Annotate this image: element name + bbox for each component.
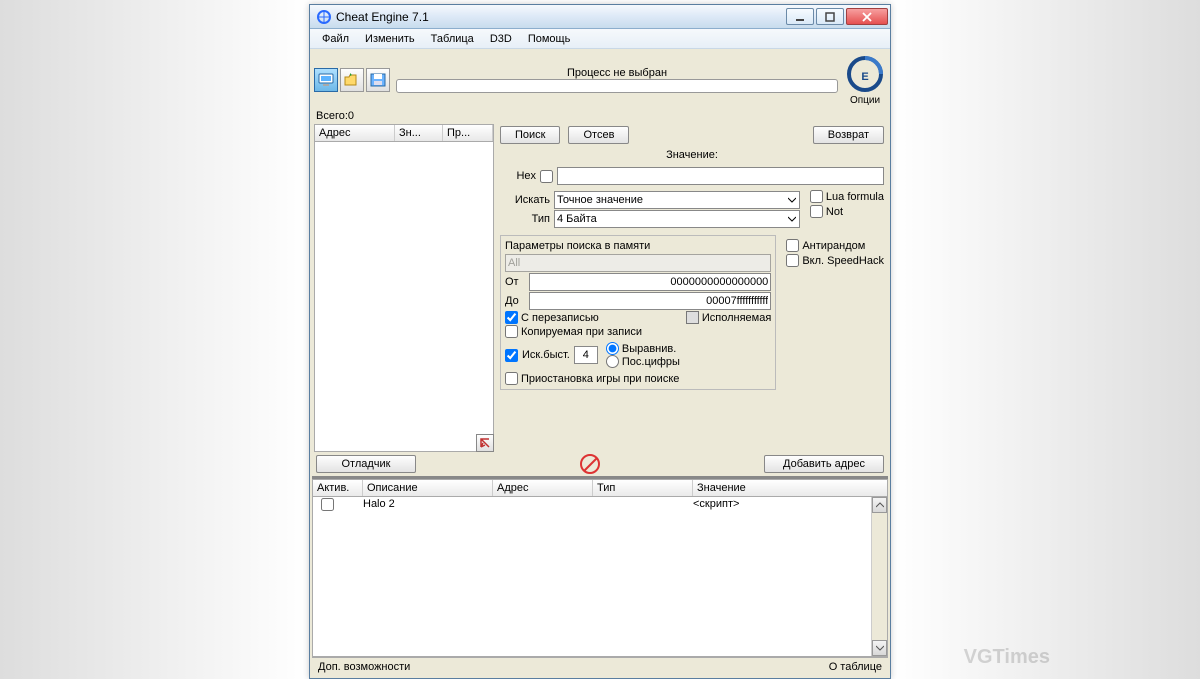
status-right[interactable]: О таблице [829,661,882,673]
minimize-button[interactable] [786,8,814,25]
col-value[interactable]: Зн... [395,125,443,141]
memory-scan-fieldset: Параметры поиска в памяти All От До С пе… [500,235,776,390]
options-link[interactable]: Опции [850,95,880,106]
col-type[interactable]: Тип [593,480,693,496]
memory-view-button[interactable]: Отладчик [316,455,416,473]
row-value[interactable]: <скрипт> [693,498,871,514]
col-desc[interactable]: Описание [363,480,493,496]
app-icon [316,9,332,25]
menubar: Файл Изменить Таблица D3D Помощь [310,29,890,49]
first-scan-button[interactable]: Поиск [500,126,560,144]
row-addr[interactable] [493,498,593,514]
alignment-label: Выравнив. [622,343,676,355]
menu-table[interactable]: Таблица [423,31,482,47]
antirandom-label: Антирандом [802,240,865,252]
cheat-table: Актив. Описание Адрес Тип Значение Halo … [312,476,888,657]
undo-scan-button[interactable]: Возврат [813,126,884,144]
to-label: До [505,295,525,307]
lastdigits-label: Пос.цифры [622,356,680,368]
table-rows[interactable]: Halo 2 <скрипт> [313,497,871,656]
scantype-select[interactable]: Точное значение [554,191,800,209]
hex-label: Hex [500,170,536,182]
status-left[interactable]: Доп. возможности [318,661,410,673]
menu-help[interactable]: Помощь [520,31,579,47]
copy-results-button[interactable] [476,434,494,452]
valuetype-label: Тип [500,213,550,225]
writable-checkbox[interactable] [505,311,518,324]
add-address-button[interactable]: Добавить адрес [764,455,884,473]
memory-region-select[interactable]: All [505,254,771,272]
alignment-radio[interactable] [606,342,619,355]
results-list[interactable] [314,142,494,452]
search-pane: Поиск Отсев Возврат Значение: Hex Искать [498,124,886,452]
no-entry-icon[interactable] [580,454,600,474]
col-address[interactable]: Адрес [315,125,395,141]
speedhack-checkbox[interactable] [786,254,799,267]
col-active[interactable]: Актив. [313,480,363,496]
scroll-up-icon[interactable] [872,497,887,513]
app-window: Cheat Engine 7.1 Файл Изменить Таблица D… [309,4,891,679]
watermark: VGTimes [964,646,1050,669]
total-value: 0 [348,110,354,122]
not-label: Not [826,206,843,218]
copyonwrite-label: Копируемая при записи [521,326,642,338]
table-scrollbar[interactable] [871,497,887,656]
close-button[interactable] [846,8,888,25]
next-scan-button[interactable]: Отсев [568,126,629,144]
pause-label: Приостановка игры при поиске [521,373,679,385]
maximize-button[interactable] [816,8,844,25]
writable-label: С перезаписью [521,312,599,324]
svg-text:E: E [861,71,868,83]
executable-checkbox[interactable] [686,311,699,324]
value-label: Значение: [500,149,884,161]
progress-bar [396,79,838,93]
to-input[interactable] [529,292,771,310]
not-checkbox[interactable] [810,205,823,218]
fastscan-checkbox[interactable] [505,349,518,362]
menu-file[interactable]: Файл [314,31,357,47]
titlebar[interactable]: Cheat Engine 7.1 [310,5,890,29]
select-process-button[interactable] [314,68,338,92]
open-file-button[interactable] [340,68,364,92]
window-title: Cheat Engine 7.1 [336,10,786,24]
menu-edit[interactable]: Изменить [357,31,423,47]
fastscan-value[interactable] [574,346,598,364]
antirandom-checkbox[interactable] [786,239,799,252]
scantype-label: Искать [500,194,550,206]
row-desc[interactable]: Halo 2 [363,498,493,514]
scroll-down-icon[interactable] [872,640,887,656]
process-status-label: Процесс не выбран [567,67,667,79]
hex-checkbox[interactable] [540,170,553,183]
fastscan-label: Иск.быст. [522,349,570,361]
ce-logo-icon[interactable]: E [844,53,886,95]
col-value[interactable]: Значение [693,480,887,496]
row-active-checkbox[interactable] [321,498,334,511]
value-input[interactable] [557,167,884,185]
table-row[interactable]: Halo 2 <скрипт> [313,497,871,515]
from-label: От [505,276,525,288]
results-pane: Адрес Зн... Пр... [314,124,494,452]
col-addr[interactable]: Адрес [493,480,593,496]
speedhack-label: Вкл. SpeedHack [802,255,884,267]
pause-checkbox[interactable] [505,372,518,385]
copyonwrite-checkbox[interactable] [505,325,518,338]
from-input[interactable] [529,273,771,291]
executable-label: Исполняемая [702,312,771,324]
statusbar: Доп. возможности О таблице [312,657,888,676]
client-area: Процесс не выбран E Опции Всего:0 Адрес … [310,49,890,678]
memory-params-label: Параметры поиска в памяти [505,240,771,252]
save-button[interactable] [366,68,390,92]
total-label: Всего: [316,110,348,122]
lua-label: Lua formula [826,191,884,203]
valuetype-select[interactable]: 4 Байта [554,210,800,228]
lua-checkbox[interactable] [810,190,823,203]
col-prev[interactable]: Пр... [443,125,493,141]
menu-d3d[interactable]: D3D [482,31,520,47]
lastdigits-radio[interactable] [606,355,619,368]
row-type[interactable] [593,498,693,514]
